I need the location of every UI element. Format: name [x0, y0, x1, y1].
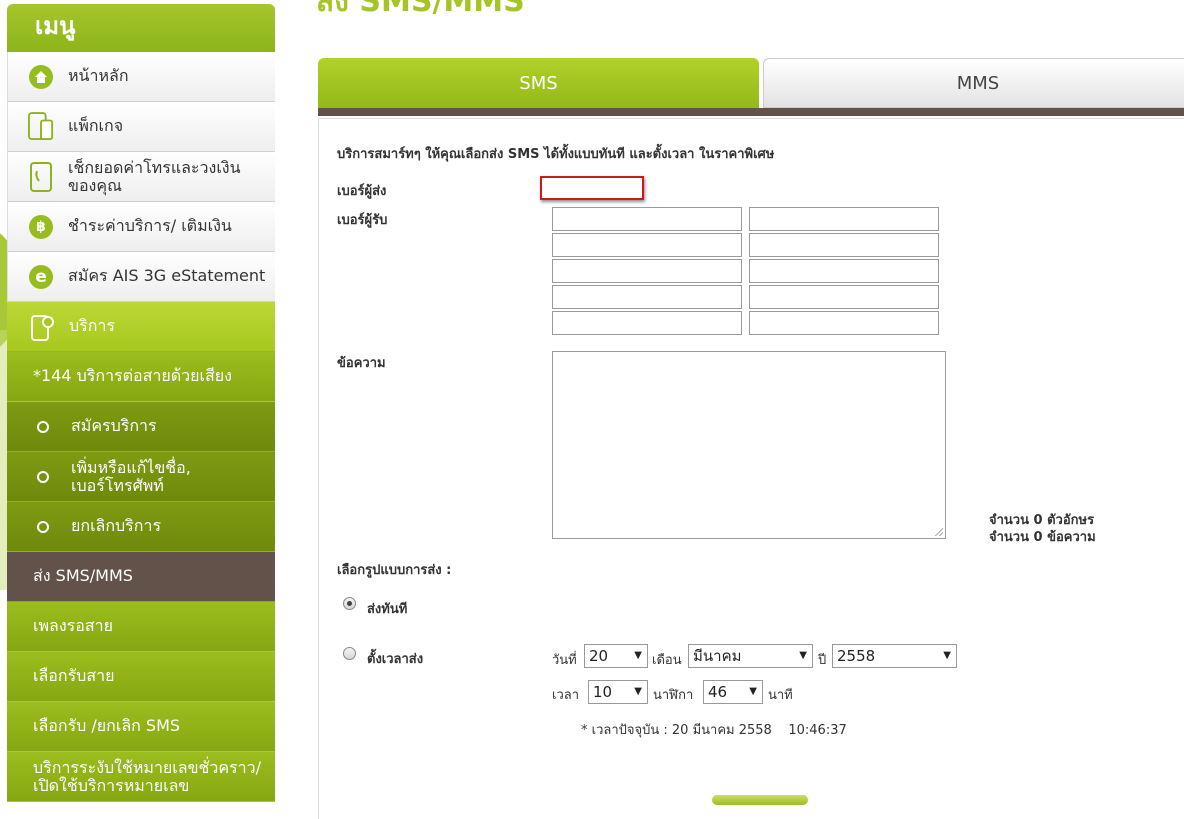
label-line: เบอร์โทรศัพท์ [71, 475, 164, 495]
year-label: ปี [818, 653, 827, 668]
dropdown-arrow-icon: ▼ [799, 650, 807, 661]
schedule-radio[interactable] [343, 647, 356, 660]
dropdown-arrow-icon: ▼ [634, 650, 642, 661]
sidebar-item-144[interactable]: *144 บริการต่อสายด้วยเสียง [7, 352, 275, 402]
year-value: 2558 [837, 647, 876, 665]
receiver-input[interactable] [749, 259, 939, 283]
home-icon [28, 64, 54, 90]
dropdown-arrow-icon: ▼ [634, 686, 642, 697]
minute-value: 46 [708, 683, 728, 701]
intro-text: บริการสมาร์ทๆ ให้คุณเลือกส่ง SMS ได้ทั้ง… [337, 143, 774, 164]
day-label: วันที่ [552, 653, 577, 668]
receiver-input[interactable] [552, 259, 742, 283]
time-label: เวลา [552, 688, 580, 703]
tablet-phone-icon [28, 111, 54, 140]
send-button[interactable] [712, 795, 808, 805]
label-line: เปิดใช้บริการหมายเลข [33, 775, 190, 795]
receiver-input[interactable] [552, 207, 742, 231]
day-value: 20 [589, 647, 609, 665]
receiver-input[interactable] [552, 311, 742, 335]
sender-label: เบอร์ผู้ส่ง [337, 184, 387, 199]
receiver-label: เบอร์ผู้รับ [337, 213, 388, 228]
intro-suffix: ได้ทั้งแบบทันที และตั้งเวลา ในราคาพิเศษ [539, 147, 775, 162]
menu-header: เมนู [7, 4, 275, 52]
tab-sms[interactable]: SMS [318, 58, 759, 108]
message-textarea[interactable] [552, 351, 946, 539]
page-title: ส่ง SMS/MMS [316, 0, 525, 19]
sidebar-item-call-select[interactable]: เลือกรับสาย [7, 652, 275, 702]
e-statement-icon: e [29, 264, 53, 289]
bullet-icon [37, 420, 49, 433]
sidebar-item-label: สมัคร AIS 3G eStatement [68, 266, 266, 285]
receiver-input[interactable] [749, 311, 939, 335]
sender-field[interactable] [540, 176, 644, 200]
intro-sms: SMS [507, 147, 540, 162]
receiver-input[interactable] [749, 285, 939, 309]
message-count: จำนวน 0 ข้อความ [989, 526, 1096, 547]
service-phone-icon [31, 314, 55, 341]
bullet-icon [37, 470, 49, 483]
sidebar-item-home[interactable]: หน้าหลัก [7, 52, 275, 102]
phone-bill-icon [28, 161, 54, 192]
schedule-label: ตั้งเวลาส่ง [367, 652, 424, 667]
sidebar-item-sms-mms[interactable]: ส่ง SMS/MMS [7, 552, 275, 602]
minute-select[interactable]: 46 ▼ [703, 680, 763, 704]
day-select[interactable]: 20 ▼ [584, 644, 648, 668]
month-value: มีนาคม [693, 647, 742, 665]
baht-icon: ฿ [29, 214, 53, 239]
sidebar-item-service[interactable]: บริการ [7, 302, 275, 352]
hour-value: 10 [593, 683, 613, 701]
sidebar-item-label: เช็กยอดค่าโทรและวงเงิน ของคุณ [68, 157, 241, 195]
label-line: บริการระงับใช้หมายเลขชั่วคราว/ [33, 757, 262, 777]
message-count-value: 0 [1033, 530, 1043, 545]
resize-handle-icon[interactable] [935, 528, 943, 536]
month-select[interactable]: มีนาคม ▼ [688, 644, 813, 668]
sidebar-item-label: แพ็กเกจ [68, 116, 124, 135]
sidebar-item-suspend[interactable]: บริการระงับใช้หมายเลขชั่วคราว/ เปิดใช้บร… [7, 752, 275, 802]
sidebar-item-sms-select[interactable]: เลือกรับ /ยกเลิก SMS [7, 702, 275, 752]
receiver-input[interactable] [552, 233, 742, 257]
sidebar-item-label: ยกเลิกบริการ [71, 516, 162, 535]
hour-unit-label: นาฬิกา [653, 688, 694, 703]
tab-mms[interactable]: MMS [763, 58, 1184, 108]
sidebar-item-label: เพิ่มหรือแก้ไขชื่อ, เบอร์โทรศัพท์ [71, 457, 191, 495]
label-line: เพิ่มหรือแก้ไขชื่อ, [71, 457, 191, 477]
sidebar-menu: เมนู หน้าหลัก แพ็กเกจ เช็กยอดค่าโทรและวง… [7, 4, 275, 804]
receiver-input[interactable] [552, 285, 742, 309]
sidebar-item-label: ชำระค่าบริการ/ เติมเงิน [68, 216, 232, 235]
sidebar-item-package[interactable]: แพ็กเกจ [7, 102, 275, 152]
minute-unit-label: นาที [768, 688, 793, 703]
count-suffix: ข้อความ [1047, 530, 1096, 545]
count-prefix: จำนวน [989, 530, 1029, 545]
sidebar-item-label: บริการระงับใช้หมายเลขชั่วคราว/ เปิดใช้บร… [33, 757, 262, 795]
bullet-icon [37, 520, 49, 533]
send-mode-label: เลือกรูปแบบการส่ง : [337, 563, 452, 578]
dropdown-arrow-icon: ▼ [943, 650, 951, 661]
intro-prefix: บริการสมาร์ทๆ ให้คุณเลือกส่ง [337, 147, 508, 162]
sidebar-item-ringback[interactable]: เพลงรอสาย [7, 602, 275, 652]
sidebar-item-label: หน้าหลัก [68, 66, 129, 85]
label-line: เช็กยอดค่าโทรและวงเงิน [68, 157, 241, 177]
sidebar-subitem-register[interactable]: สมัครบริการ [7, 402, 275, 452]
message-label: ข้อความ [337, 356, 386, 371]
send-now-radio[interactable] [343, 597, 356, 610]
label-line: ของคุณ [68, 175, 122, 195]
month-label: เดือน [652, 653, 682, 668]
send-now-label: ส่งทันที [367, 602, 408, 617]
sidebar-item-label: สมัครบริการ [71, 416, 157, 435]
dropdown-arrow-icon: ▼ [749, 686, 757, 697]
receiver-input[interactable] [749, 207, 939, 231]
sidebar-subitem-edit[interactable]: เพิ่มหรือแก้ไขชื่อ, เบอร์โทรศัพท์ [7, 452, 275, 502]
year-select[interactable]: 2558 ▼ [832, 644, 957, 668]
sidebar-item-label: บริการ [69, 316, 116, 335]
current-time-text: * เวลาปัจจุบัน : 20 มีนาคม 2558 10:46:37 [581, 723, 847, 738]
hour-select[interactable]: 10 ▼ [588, 680, 648, 704]
sidebar-item-check-balance[interactable]: เช็กยอดค่าโทรและวงเงิน ของคุณ [7, 152, 275, 202]
tab-underline-bar [318, 108, 1184, 116]
sidebar-item-payment[interactable]: ฿ ชำระค่าบริการ/ เติมเงิน [7, 202, 275, 252]
sidebar-subitem-cancel[interactable]: ยกเลิกบริการ [7, 502, 275, 552]
sidebar-item-estatement[interactable]: e สมัคร AIS 3G eStatement [7, 252, 275, 302]
receiver-input[interactable] [749, 233, 939, 257]
